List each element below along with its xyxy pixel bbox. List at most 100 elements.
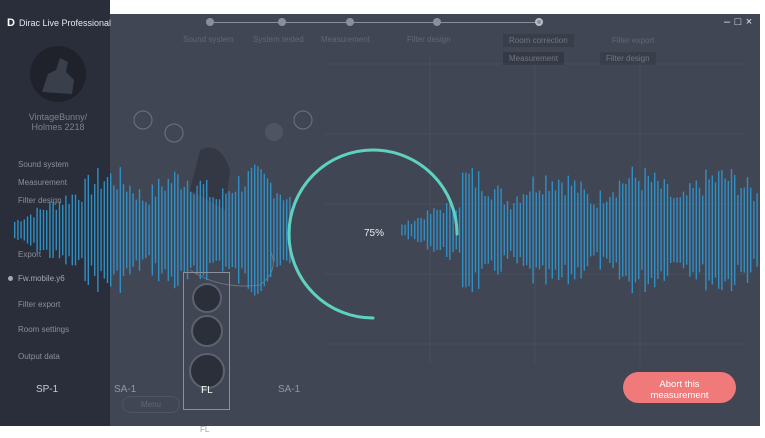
- waveform-bar: [158, 178, 160, 282]
- waveform-bar: [465, 172, 467, 288]
- waveform-bar: [513, 203, 515, 257]
- waveform-bar: [199, 180, 201, 280]
- tab-filter-design[interactable]: Filter design: [600, 52, 656, 65]
- menu-button[interactable]: Menu: [122, 396, 180, 413]
- waveform-bar: [654, 172, 656, 288]
- waveform-bar: [695, 180, 697, 280]
- waveform-bar: [692, 187, 694, 273]
- waveform-bar: [177, 174, 179, 286]
- waveform-bar: [583, 189, 585, 271]
- waveform-bar: [257, 166, 259, 294]
- waveform-bar: [647, 176, 649, 285]
- waveform-bar: [746, 177, 749, 283]
- position-label-sp1: SP-1: [36, 384, 59, 395]
- step-label-1: Sound system: [183, 35, 234, 44]
- waveform-bar: [570, 185, 573, 275]
- waveform-bar: [487, 196, 489, 264]
- waveform-bar: [241, 191, 243, 269]
- waveform-bar: [55, 209, 57, 251]
- waveform-bar: [97, 168, 99, 292]
- tweeter-icon: [192, 283, 222, 313]
- waveform-bar: [609, 197, 611, 263]
- minimize-button[interactable]: –: [722, 16, 732, 28]
- waveform-bar: [686, 195, 688, 265]
- waveform-bar: [279, 194, 281, 266]
- waveform-bar: [65, 195, 67, 265]
- waveform-bar: [663, 179, 665, 281]
- waveform-bar: [78, 199, 80, 261]
- waveform-bar: [554, 190, 557, 270]
- waveform-bar: [49, 202, 51, 258]
- waveform-bar: [682, 191, 685, 269]
- waveform-bar: [737, 195, 739, 265]
- waveform-bar: [151, 184, 153, 276]
- waveform-bar: [282, 200, 285, 260]
- maximize-button[interactable]: □: [733, 16, 743, 28]
- waveform-bar: [266, 178, 269, 282]
- waveform-bar: [161, 186, 163, 274]
- waveform-bar: [666, 184, 669, 276]
- position-label-sa1-right: SA-1: [278, 384, 301, 395]
- waveform-bar: [679, 197, 681, 263]
- waveform-bar: [46, 210, 48, 250]
- waveform-bar: [618, 180, 621, 280]
- waveform-bar: [129, 185, 131, 275]
- waveform-bar: [74, 194, 77, 266]
- waveform-bar: [270, 182, 272, 278]
- waveform-bar: [670, 196, 672, 263]
- waveform-bar: [254, 164, 256, 296]
- user-name: VintageBunny/ Holmes 2218: [28, 112, 88, 132]
- abort-measurement-button[interactable]: Abort this measurement: [623, 372, 736, 403]
- waveform-bar: [730, 169, 733, 292]
- dirac-logo-icon: D: [7, 17, 15, 29]
- waveform-bar: [228, 191, 230, 269]
- waveform-bar: [529, 191, 531, 269]
- waveform-bar: [110, 173, 112, 287]
- waveform-bar: [606, 201, 608, 259]
- waveform-bar: [519, 202, 521, 258]
- waveform-bar: [100, 188, 102, 272]
- waveform-bar: [462, 172, 464, 288]
- waveform-bar: [708, 179, 710, 281]
- app-window: VintageBunny/ Holmes 2218 Sound system M…: [0, 0, 765, 438]
- waveform-bar: [503, 204, 505, 256]
- waveform-bar: [596, 207, 598, 253]
- waveform-bar: [478, 171, 480, 289]
- waveform-bar: [532, 176, 534, 284]
- waveform-bar: [548, 191, 550, 270]
- waveform-bar: [474, 187, 477, 273]
- waveform-bar: [500, 188, 502, 272]
- waveform-bar: [484, 196, 486, 264]
- tab-filter-export[interactable]: Filter export: [612, 36, 654, 45]
- close-button[interactable]: ×: [744, 16, 754, 28]
- waveform-bar: [222, 188, 224, 272]
- waveform-bar: [273, 198, 275, 262]
- waveform-bar: [698, 187, 701, 273]
- waveform-bar: [113, 185, 115, 275]
- waveform-bar: [641, 190, 643, 270]
- waveform-bar: [247, 171, 249, 289]
- waveform-bar: [174, 171, 176, 289]
- waveform-bar: [522, 194, 525, 266]
- app-title: Dirac Live Professional: [18, 18, 111, 28]
- waveform-bar: [650, 182, 653, 278]
- waveform-bar: [36, 207, 38, 253]
- waveform-bar: [231, 193, 233, 267]
- waveform-bar: [234, 191, 237, 269]
- waveform-bar: [244, 186, 246, 274]
- waveform-bar: [145, 202, 147, 258]
- waveform-bar: [154, 196, 157, 264]
- waveform-bar: [183, 186, 185, 274]
- tab-room-correction[interactable]: Room correction: [503, 34, 574, 47]
- waveform-bar: [142, 200, 144, 260]
- sidebar-item-8[interactable]: Output data: [18, 352, 60, 361]
- waveform-bar: [567, 175, 569, 285]
- waveform-bar: [494, 189, 496, 271]
- waveform-bar: [734, 175, 736, 286]
- waveform-bar: [215, 199, 217, 261]
- tab-measurement[interactable]: Measurement: [503, 52, 564, 65]
- waveform-bar: [52, 202, 54, 258]
- position-label-fl: FL: [201, 385, 213, 396]
- waveform-bar: [202, 184, 205, 276]
- waveform-bar: [116, 189, 118, 271]
